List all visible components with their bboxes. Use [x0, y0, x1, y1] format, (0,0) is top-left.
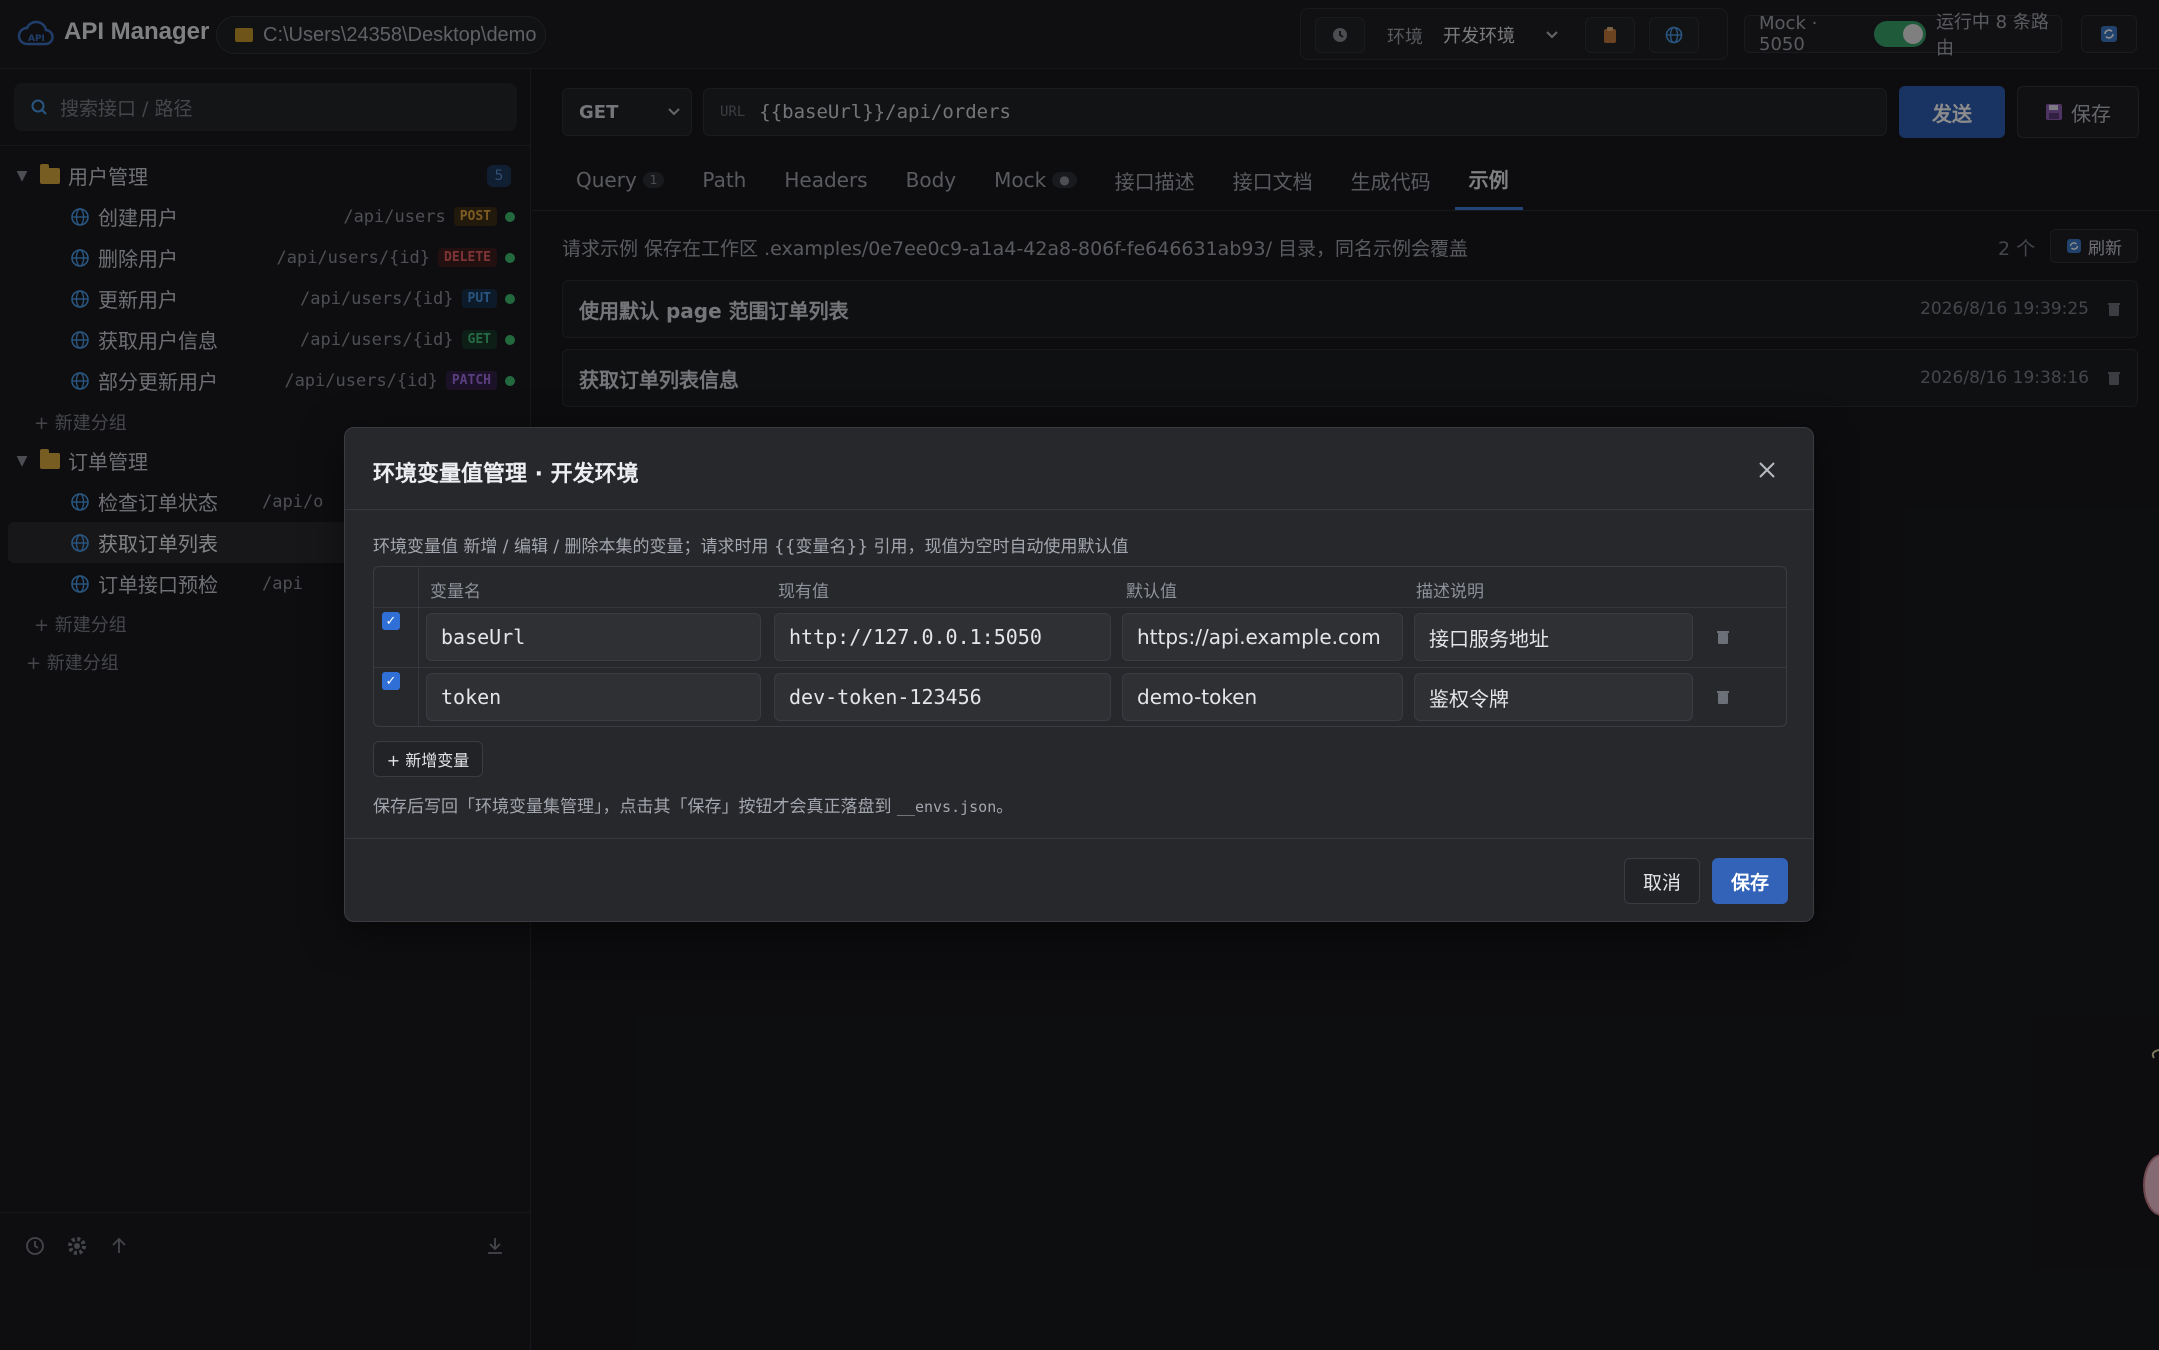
- var-default-input[interactable]: https://api.example.com: [1122, 613, 1403, 661]
- divider: [345, 509, 1813, 510]
- var-name-input[interactable]: token: [426, 673, 761, 721]
- var-current-input[interactable]: dev-token-123456: [774, 673, 1111, 721]
- divider: [345, 838, 1813, 839]
- column-header-current: 现有值: [778, 582, 829, 602]
- divider: [374, 607, 1786, 608]
- var-current-input[interactable]: http://127.0.0.1:5050: [774, 613, 1111, 661]
- dialog-title: 环境变量值管理 · 开发环境: [373, 462, 639, 487]
- close-icon[interactable]: [1755, 458, 1779, 482]
- divider: [418, 567, 419, 726]
- add-variable-button[interactable]: + 新增变量: [373, 741, 483, 777]
- column-header-name: 变量名: [430, 582, 481, 602]
- footer-note-prefix: 保存后写回「环境变量集管理」，点击其「保存」按钮才会真正落盘到: [373, 797, 897, 817]
- row-enabled-checkbox[interactable]: ✓: [382, 672, 400, 690]
- var-default-input[interactable]: demo-token: [1122, 673, 1403, 721]
- env-variables-dialog: 环境变量值管理 · 开发环境 环境变量值 新增 / 编辑 / 删除本集的变量；请…: [344, 427, 1814, 922]
- variables-table: 变量名 现有值 默认值 描述说明 ✓ baseUrl http://127.0.…: [373, 566, 1787, 727]
- column-header-description: 描述说明: [1416, 582, 1484, 602]
- trash-icon[interactable]: [1716, 629, 1730, 645]
- trash-icon[interactable]: [1716, 689, 1730, 705]
- row-enabled-checkbox[interactable]: ✓: [382, 612, 400, 630]
- save-button[interactable]: 保存: [1712, 858, 1788, 904]
- footer-note-suffix: 。: [996, 797, 1014, 817]
- column-header-default: 默认值: [1126, 582, 1177, 602]
- var-description-input[interactable]: 接口服务地址: [1414, 613, 1693, 661]
- cancel-button[interactable]: 取消: [1624, 858, 1700, 904]
- dialog-footer-note: 保存后写回「环境变量集管理」，点击其「保存」按钮才会真正落盘到 __envs.j…: [373, 792, 1013, 817]
- var-name-input[interactable]: baseUrl: [426, 613, 761, 661]
- var-description-input[interactable]: 鉴权令牌: [1414, 673, 1693, 721]
- divider: [374, 667, 1786, 668]
- footer-note-file: __envs.json: [896, 798, 997, 816]
- dialog-hint: 环境变量值 新增 / 编辑 / 删除本集的变量；请求时用 {{变量名}} 引用，…: [373, 537, 1129, 557]
